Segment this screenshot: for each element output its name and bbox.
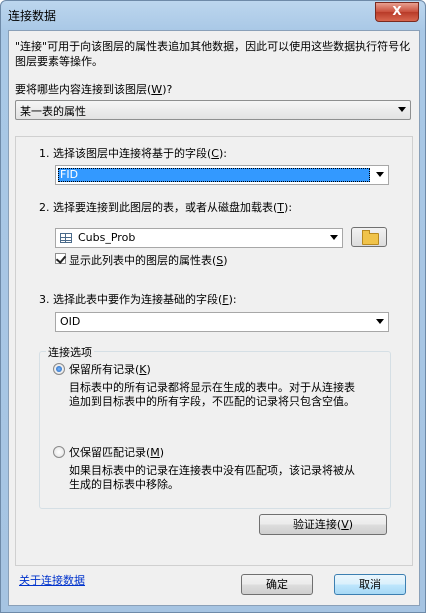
chevron-down-icon (398, 107, 406, 112)
keep-matching-radio[interactable] (53, 446, 65, 458)
join-table-field-value: OID (60, 315, 81, 328)
close-icon: X (392, 4, 402, 18)
window-title: 连接数据 (8, 9, 57, 23)
join-type-label: 要将哪些内容连接到该图层(W)? (15, 83, 173, 96)
layer-field-value: FID (60, 168, 79, 181)
chevron-down-icon (376, 319, 384, 324)
chevron-down-icon (330, 235, 338, 240)
keep-matching-label: 仅保留匹配记录(M) (69, 446, 165, 459)
ok-button[interactable]: 确定 (241, 574, 313, 595)
keep-all-radio[interactable] (53, 363, 65, 375)
validate-join-button[interactable]: 验证连接(V) (259, 514, 387, 535)
keep-all-desc-2: 追加到目标表中的所有字段，不匹配的记录将只包含空值。 (69, 395, 355, 408)
close-button[interactable]: X (375, 2, 419, 22)
about-joining-link[interactable]: 关于连接数据 (19, 572, 85, 588)
keep-matching-desc-2: 生成的目标表中移除。 (69, 478, 179, 491)
step3-label: 3. 选择此表中要作为连接基础的字段(F): (39, 293, 237, 306)
join-table-select[interactable]: Cubs_Prob (55, 228, 343, 248)
chevron-down-icon (376, 172, 384, 177)
join-table-field-select[interactable]: OID (55, 312, 389, 332)
browse-table-button[interactable] (351, 227, 387, 247)
layer-field-select[interactable]: FID (55, 165, 389, 185)
open-folder-icon (362, 230, 379, 245)
join-type-select[interactable]: 某一表的属性 (15, 100, 411, 120)
keep-all-label: 保留所有记录(K) (69, 363, 151, 376)
description-text: "连接"可用于向该图层的属性表追加其他数据，因此可以使用这些数据执行符号化图层要… (15, 40, 411, 68)
show-attr-label: 显示此列表中的图层的属性表(S) (69, 254, 228, 267)
show-attr-checkbox[interactable] (55, 253, 66, 264)
step1-label: 1. 选择该图层中连接将基于的字段(C): (39, 147, 227, 160)
join-options-title: 连接选项 (46, 344, 94, 360)
join-table-value: Cubs_Prob (78, 231, 136, 244)
cancel-button[interactable]: 取消 (334, 574, 406, 595)
step2-label: 2. 选择要连接到此图层的表，或者从磁盘加载表(T): (39, 201, 293, 214)
dialog-body: "连接"可用于向该图层的属性表追加其他数据，因此可以使用这些数据执行符号化图层要… (8, 30, 420, 606)
join-type-value: 某一表的属性 (20, 105, 86, 118)
table-icon (60, 233, 72, 243)
selection-highlight (58, 168, 370, 182)
join-data-dialog: 连接数据 X "连接"可用于向该图层的属性表追加其他数据，因此可以使用这些数据执… (0, 0, 426, 613)
title-bar[interactable]: 连接数据 X (1, 1, 425, 29)
